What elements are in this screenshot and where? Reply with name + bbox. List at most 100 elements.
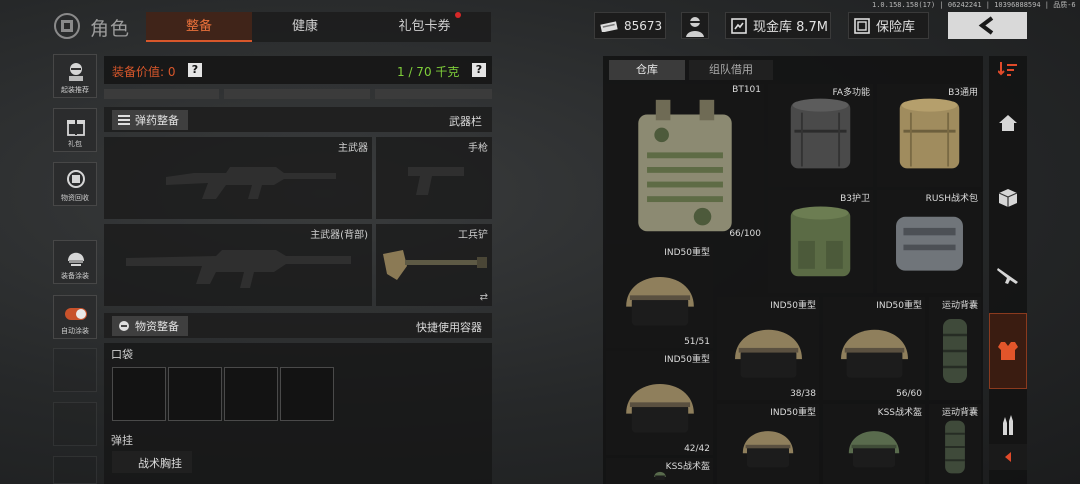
- divider: [224, 89, 370, 99]
- warehouse-item[interactable]: IND50重型: [717, 404, 819, 484]
- bag-green-item-icon: [790, 206, 851, 277]
- safe-vault-label: 保险库: [876, 20, 916, 35]
- item-name: 运动背囊: [941, 408, 978, 418]
- helmet-item-icon: [625, 384, 694, 433]
- item-durability: 38/38: [790, 389, 816, 399]
- sidebar-gift[interactable]: 礼包: [53, 108, 97, 152]
- notification-dot: [455, 12, 461, 18]
- back-button[interactable]: [948, 12, 1027, 39]
- back-weapon-slot[interactable]: 主武器(背部): [104, 224, 372, 306]
- pocket-slot[interactable]: [224, 367, 278, 421]
- weight-value: 1 / 70 千克: [397, 65, 460, 79]
- rifle-icon: [997, 268, 1018, 284]
- recycle-icon: [67, 170, 85, 188]
- supply-header: 物资整备 快捷使用容器: [104, 313, 492, 338]
- safe-vault[interactable]: 保险库: [848, 12, 929, 39]
- warehouse-item[interactable]: KSS战术盔: [606, 458, 713, 484]
- supply-loadout-button[interactable]: 物资整备: [112, 316, 188, 336]
- sidebar-item-label: 装备涂装: [61, 272, 89, 280]
- warehouse-item[interactable]: KSS战术盔: [823, 404, 925, 484]
- home-icon: [999, 115, 1017, 131]
- gift-icon: [67, 120, 85, 136]
- rig-slot[interactable]: 战术胸挂: [112, 451, 192, 473]
- roll-item-icon: [945, 420, 965, 474]
- warehouse-item[interactable]: IND50重型 51/51: [606, 244, 713, 348]
- character-avatar-icon: [686, 17, 704, 37]
- character-logo-icon: [54, 13, 80, 39]
- sidebar-recommend-gear[interactable]: 起装推荐: [53, 54, 97, 98]
- supply-loadout-label: 物资整备: [135, 320, 179, 333]
- ammo-icon: [1003, 415, 1013, 435]
- warehouse-item[interactable]: BT101 66/100: [606, 84, 764, 240]
- tab-loadout[interactable]: 整备: [146, 12, 252, 42]
- item-durability: 42/42: [684, 444, 710, 454]
- pocket-slot[interactable]: [112, 367, 166, 421]
- warehouse-item[interactable]: 运动背囊: [929, 404, 981, 484]
- slot-label: 主武器: [338, 143, 368, 154]
- ammo-loadout-button[interactable]: 弹药整备: [112, 110, 188, 130]
- version-text: 1.0.158.158(17) | 06242241 | 10396888594…: [872, 1, 1076, 9]
- primary-weapon-slot[interactable]: 主武器: [104, 137, 372, 219]
- slot-label: 主武器(背部): [310, 230, 368, 241]
- paint-helmet-icon: [68, 252, 84, 266]
- warehouse-item[interactable]: B3护卫: [768, 190, 873, 293]
- pocket-label: 口袋: [111, 348, 133, 361]
- item-name: FA多功能: [832, 88, 870, 98]
- gear-filter-button[interactable]: [989, 313, 1027, 389]
- value-help-icon[interactable]: ?: [188, 63, 202, 77]
- weapons-header-label: 武器栏: [449, 115, 482, 128]
- warehouse-item[interactable]: RUSH战术包: [877, 190, 981, 293]
- slot-label: 手枪: [468, 143, 488, 154]
- tab-gift-coupons[interactable]: 礼包卡券: [358, 12, 491, 42]
- pocket-slot[interactable]: [280, 367, 334, 421]
- tab-health[interactable]: 健康: [252, 12, 358, 42]
- warehouse-item[interactable]: FA多功能: [768, 84, 873, 187]
- item-name: 运动背囊: [941, 301, 978, 311]
- cash-vault[interactable]: 现金库 8.7M: [725, 12, 831, 39]
- pistol-slot[interactable]: 手枪: [376, 137, 492, 219]
- sidebar-item-label: 自动涂装: [61, 327, 89, 335]
- shovel-slot[interactable]: 工兵铲 ⇄: [376, 224, 492, 306]
- warehouse-item[interactable]: IND50重型 56/60: [823, 297, 925, 400]
- bag-dark-item-icon: [790, 98, 851, 169]
- weapons-filter-button[interactable]: [989, 250, 1027, 300]
- equipment-value: 装备价值: 0: [112, 65, 176, 79]
- divider: [104, 89, 219, 99]
- toggle-icon: [65, 308, 87, 320]
- box-button[interactable]: [989, 173, 1027, 223]
- warehouse-item[interactable]: IND50重型 38/38: [717, 297, 819, 400]
- bag-tan-item-icon: [899, 98, 959, 169]
- item-name: IND50重型: [876, 301, 922, 311]
- sidebar-item-label: 礼包: [68, 140, 82, 148]
- ammo-filter-button[interactable]: [989, 400, 1027, 450]
- swap-icon[interactable]: ⇄: [480, 292, 488, 303]
- collapse-button[interactable]: [989, 444, 1027, 470]
- warehouse-item[interactable]: IND50重型 42/42: [606, 351, 713, 455]
- pocket-slot[interactable]: [168, 367, 222, 421]
- sidebar-recycle[interactable]: 物资回收: [53, 162, 97, 206]
- banknote-value: 85673: [624, 18, 663, 33]
- sidebar-item-label: 起装推荐: [61, 86, 89, 94]
- shovel-icon: [383, 250, 487, 280]
- item-name: BT101: [732, 85, 761, 95]
- tab-team-borrow[interactable]: 组队借用: [689, 60, 773, 80]
- recommend-gear-icon: [69, 63, 83, 81]
- rig-label: 弹挂: [111, 434, 133, 447]
- sort-icon: [998, 62, 1017, 76]
- character-avatar[interactable]: [681, 12, 709, 39]
- item-name: IND50重型: [664, 355, 710, 365]
- currency-banknote[interactable]: 85673: [594, 12, 666, 39]
- item-name: KSS战术盔: [665, 462, 710, 472]
- safe-deposit-icon: [731, 17, 747, 34]
- item-name: KSS战术盔: [877, 408, 922, 418]
- home-button[interactable]: [989, 98, 1027, 148]
- sidebar-auto-paint[interactable]: 自动涂装: [53, 295, 97, 339]
- warehouse-item[interactable]: 运动背囊: [929, 297, 981, 400]
- tab-warehouse[interactable]: 仓库: [609, 60, 685, 80]
- sort-button[interactable]: [989, 56, 1027, 84]
- sidebar-paint-helmet[interactable]: 装备涂装: [53, 240, 97, 284]
- item-name: B3护卫: [840, 194, 870, 204]
- warehouse-item[interactable]: B3通用: [877, 84, 981, 187]
- weight-help-icon[interactable]: ?: [472, 63, 486, 77]
- main-tabs: 整备 健康 礼包卡券: [146, 12, 491, 42]
